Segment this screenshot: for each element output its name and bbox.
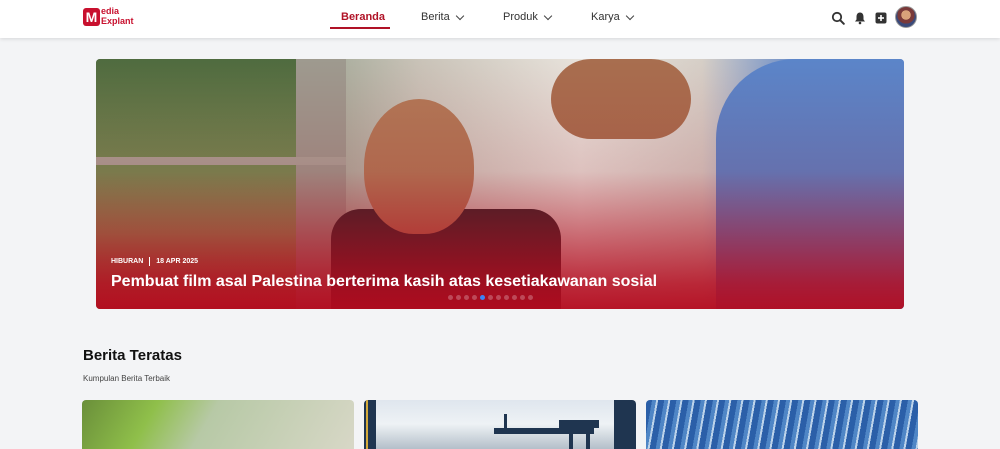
hero-gradient-overlay: [96, 59, 904, 309]
nav-karya-label: Karya: [591, 11, 620, 23]
logo-text-line1: edia: [101, 6, 120, 16]
news-card-2[interactable]: [364, 400, 636, 449]
hero-date: 18 APR 2025: [156, 258, 199, 265]
hero-title[interactable]: Pembuat film asal Palestina berterima ka…: [111, 273, 657, 291]
nav-produk[interactable]: Produk: [503, 11, 553, 23]
carousel-dot[interactable]: [528, 295, 533, 300]
section-title: Berita Teratas: [83, 347, 182, 364]
carousel-dot[interactable]: [504, 295, 509, 300]
carousel-dot[interactable]: [464, 295, 469, 300]
carousel-dot[interactable]: [456, 295, 461, 300]
carousel-dot[interactable]: [472, 295, 477, 300]
plus-square-icon[interactable]: [874, 11, 888, 25]
news-card-2-image: [364, 400, 636, 449]
carousel-dot[interactable]: [480, 295, 485, 300]
carousel-dot[interactable]: [512, 295, 517, 300]
news-card-1[interactable]: [82, 400, 354, 449]
hero-meta: HIBURAN 18 APR 2025: [111, 257, 198, 266]
search-icon[interactable]: [831, 11, 845, 25]
nav-beranda[interactable]: Beranda: [341, 11, 385, 23]
carousel-dot[interactable]: [448, 295, 453, 300]
chevron-down-icon: [455, 11, 464, 20]
user-avatar[interactable]: [895, 6, 917, 28]
hero-carousel[interactable]: HIBURAN 18 APR 2025 Pembuat film asal Pa…: [96, 59, 904, 309]
bell-icon[interactable]: [853, 11, 867, 25]
logo-text-line2: Explant: [101, 16, 134, 26]
news-card-3[interactable]: [646, 400, 918, 449]
nav-active-indicator: [330, 27, 390, 29]
chevron-down-icon: [543, 11, 553, 20]
top-navbar: M edia Explant Beranda Berita Produk Kar…: [0, 0, 1000, 38]
carousel-dot[interactable]: [496, 295, 501, 300]
carousel-dot[interactable]: [488, 295, 493, 300]
nav-berita[interactable]: Berita: [421, 11, 464, 23]
logo-mark: M: [83, 8, 100, 26]
chevron-down-icon: [625, 11, 634, 20]
nav-beranda-label: Beranda: [341, 11, 386, 23]
carousel-indicators: [448, 295, 533, 300]
carousel-dot[interactable]: [520, 295, 525, 300]
nav-berita-label: Berita: [421, 11, 450, 23]
section-subtitle: Kumpulan Berita Terbaik: [83, 374, 171, 383]
hero-category[interactable]: HIBURAN: [111, 258, 143, 265]
nav-karya[interactable]: Karya: [591, 11, 634, 23]
media-explant-logo[interactable]: M edia Explant: [83, 5, 143, 31]
hero-meta-divider: [149, 257, 151, 266]
nav-produk-label: Produk: [503, 11, 538, 23]
